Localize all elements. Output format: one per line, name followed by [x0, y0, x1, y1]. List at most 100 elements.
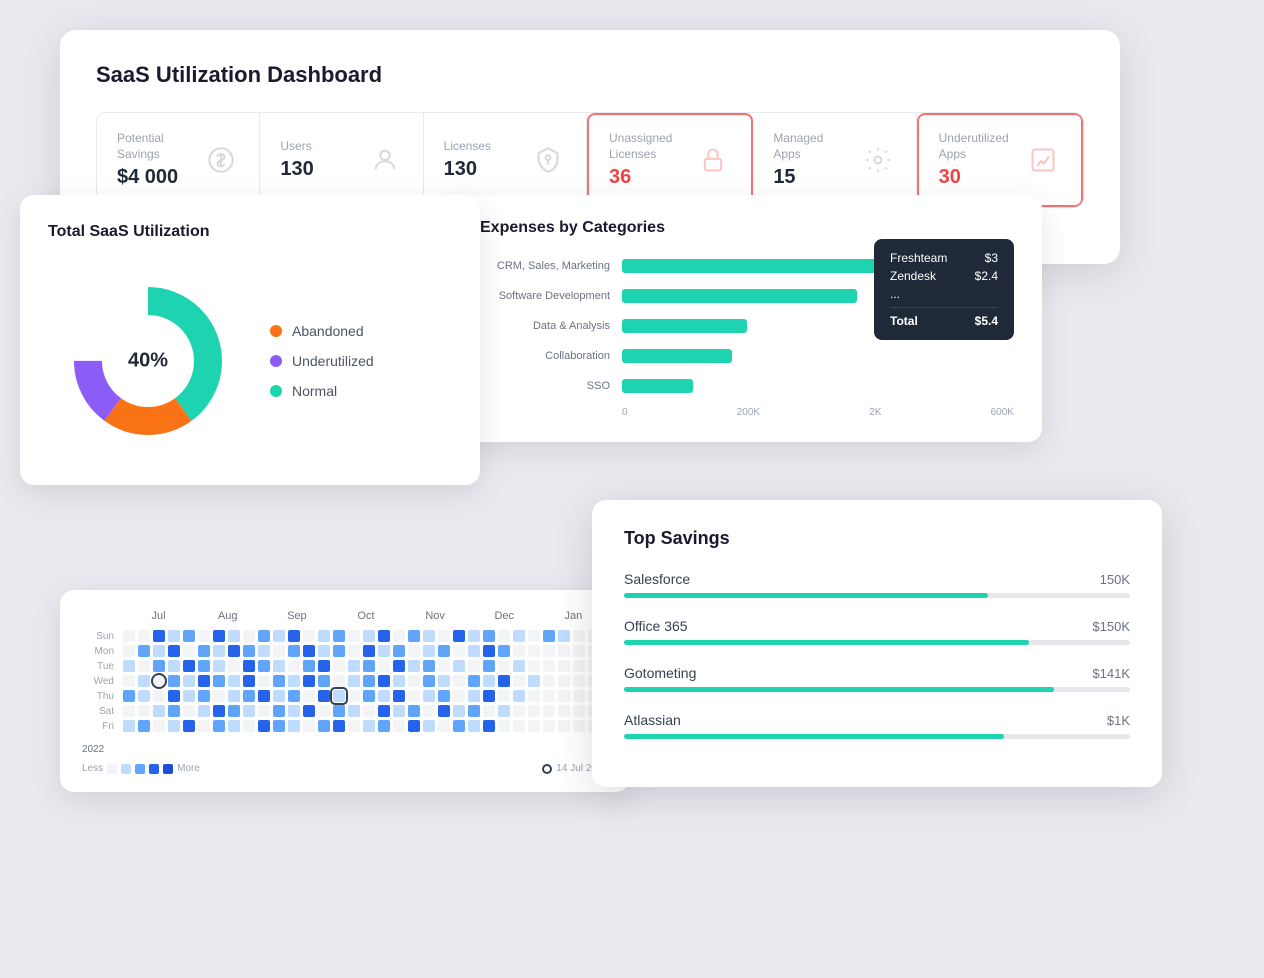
cal-cell[interactable] [498, 660, 510, 672]
cal-cell[interactable] [393, 675, 405, 687]
cal-cell[interactable] [363, 645, 375, 657]
cal-cell[interactable] [288, 645, 300, 657]
cal-cell[interactable] [573, 645, 585, 657]
cal-cell[interactable] [363, 720, 375, 732]
cal-cell[interactable] [138, 630, 150, 642]
cal-cell[interactable] [468, 660, 480, 672]
cal-cell[interactable] [483, 690, 495, 702]
cal-cell[interactable] [123, 705, 135, 717]
cal-cell[interactable] [558, 630, 570, 642]
cal-cell[interactable] [318, 690, 330, 702]
cal-cell[interactable] [183, 720, 195, 732]
cal-cell[interactable] [573, 705, 585, 717]
cal-cell[interactable] [453, 660, 465, 672]
cal-cell[interactable] [453, 690, 465, 702]
cal-cell[interactable] [393, 720, 405, 732]
cal-cell[interactable] [123, 645, 135, 657]
cal-cell[interactable] [303, 675, 315, 687]
cal-cell[interactable] [273, 630, 285, 642]
cal-cell[interactable] [213, 675, 225, 687]
cal-cell[interactable] [363, 660, 375, 672]
cal-cell[interactable] [123, 720, 135, 732]
cal-cell[interactable] [168, 720, 180, 732]
cal-cell[interactable] [483, 675, 495, 687]
cal-cell[interactable] [153, 705, 165, 717]
cal-cell[interactable] [423, 675, 435, 687]
cal-cell[interactable] [168, 705, 180, 717]
cal-cell[interactable] [228, 690, 240, 702]
cal-cell[interactable] [288, 660, 300, 672]
cal-cell[interactable] [348, 630, 360, 642]
cal-cell[interactable] [423, 660, 435, 672]
cal-cell[interactable] [348, 675, 360, 687]
cal-cell[interactable] [123, 630, 135, 642]
cal-cell[interactable] [288, 675, 300, 687]
cal-cell[interactable] [333, 705, 345, 717]
cal-cell[interactable] [318, 660, 330, 672]
cal-cell[interactable] [138, 675, 150, 687]
cal-cell[interactable] [408, 690, 420, 702]
cal-cell[interactable] [258, 630, 270, 642]
cal-cell[interactable] [468, 675, 480, 687]
cal-cell[interactable] [543, 705, 555, 717]
cal-cell[interactable] [438, 690, 450, 702]
cal-cell[interactable] [468, 690, 480, 702]
cal-cell[interactable] [528, 705, 540, 717]
cal-cell[interactable] [243, 660, 255, 672]
cal-cell[interactable] [228, 720, 240, 732]
cal-cell[interactable] [273, 690, 285, 702]
cal-cell[interactable] [498, 720, 510, 732]
cal-cell[interactable] [228, 675, 240, 687]
cal-cell[interactable] [183, 660, 195, 672]
cal-cell[interactable] [138, 705, 150, 717]
cal-cell[interactable] [528, 675, 540, 687]
cal-cell[interactable] [153, 660, 165, 672]
cal-cell[interactable] [168, 645, 180, 657]
cal-cell[interactable] [123, 675, 135, 687]
cal-cell[interactable] [303, 660, 315, 672]
cal-cell[interactable] [408, 645, 420, 657]
cal-cell[interactable] [138, 660, 150, 672]
cal-cell[interactable] [408, 705, 420, 717]
cal-cell[interactable] [153, 690, 165, 702]
stat-card-potential-savings[interactable]: PotentialSavings $4 000 [97, 113, 260, 207]
cal-cell[interactable] [573, 675, 585, 687]
cal-cell[interactable] [498, 645, 510, 657]
cal-cell[interactable] [573, 720, 585, 732]
cal-cell[interactable] [408, 630, 420, 642]
cal-cell[interactable] [408, 660, 420, 672]
cal-cell[interactable] [528, 645, 540, 657]
cal-cell[interactable] [438, 705, 450, 717]
cal-cell[interactable] [528, 690, 540, 702]
cal-cell[interactable] [408, 720, 420, 732]
cal-cell[interactable] [543, 675, 555, 687]
cal-cell[interactable] [543, 660, 555, 672]
cal-cell[interactable] [348, 720, 360, 732]
cal-cell[interactable] [138, 720, 150, 732]
cal-cell[interactable] [303, 705, 315, 717]
cal-cell[interactable] [393, 630, 405, 642]
cal-cell[interactable] [513, 690, 525, 702]
cal-cell[interactable] [378, 705, 390, 717]
cal-cell[interactable] [498, 690, 510, 702]
cal-cell[interactable] [558, 675, 570, 687]
cal-cell[interactable] [513, 675, 525, 687]
cal-cell[interactable] [198, 675, 210, 687]
cal-cell[interactable] [378, 720, 390, 732]
cal-cell[interactable] [348, 705, 360, 717]
cal-cell[interactable] [318, 630, 330, 642]
cal-cell[interactable] [378, 660, 390, 672]
cal-cell[interactable] [273, 645, 285, 657]
cal-cell[interactable] [333, 675, 345, 687]
cal-cell[interactable] [198, 645, 210, 657]
cal-cell[interactable] [273, 705, 285, 717]
cal-cell[interactable] [243, 675, 255, 687]
cal-cell[interactable] [228, 660, 240, 672]
cal-cell[interactable] [528, 630, 540, 642]
cal-cell[interactable] [393, 660, 405, 672]
stat-card-managed-apps[interactable]: ManagedApps 15 [753, 113, 916, 207]
cal-cell[interactable] [333, 645, 345, 657]
cal-cell[interactable] [273, 675, 285, 687]
cal-cell[interactable] [498, 675, 510, 687]
cal-cell[interactable] [198, 720, 210, 732]
